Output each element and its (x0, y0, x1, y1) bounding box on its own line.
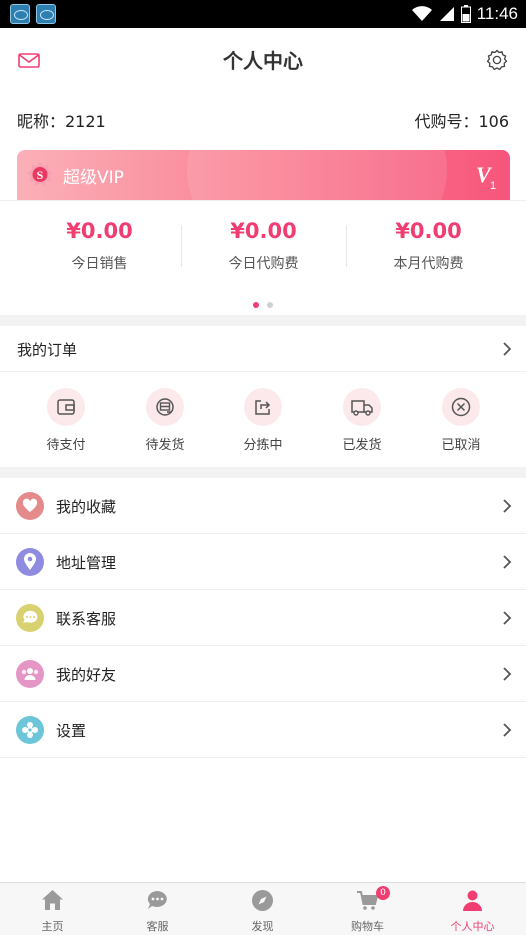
tab-discover[interactable]: 发现 (210, 883, 315, 935)
order-icon-bg (244, 388, 282, 426)
order-icon-bg (442, 388, 480, 426)
stat-label: 本月代购费 (393, 256, 464, 272)
pager-dot-active[interactable] (253, 302, 259, 308)
pager-dot[interactable] (267, 302, 273, 308)
tab-personal-center[interactable]: 个人中心 (420, 883, 525, 935)
order-pending-shipment[interactable]: 待发货 (125, 388, 205, 453)
chevron-right-icon (503, 611, 512, 625)
tab-label: 个人中心 (450, 920, 495, 933)
wifi-icon (411, 6, 432, 21)
chevron-right-icon (503, 342, 512, 356)
tab-label: 客服 (146, 920, 169, 933)
tab-cart[interactable]: 0 购物车 (315, 883, 420, 935)
cancel-icon (451, 397, 471, 417)
section-gap (0, 315, 526, 326)
vip-level-icon: V 1 (476, 162, 496, 190)
order-icon-bg (343, 388, 381, 426)
tab-label: 发现 (251, 920, 274, 933)
menu-icon-bg (16, 492, 44, 520)
vip-card[interactable]: S 超级VIP V 1 (17, 150, 510, 200)
menu-icon-bg (16, 716, 44, 744)
home-icon (42, 890, 63, 910)
vip-badge-icon: S (27, 162, 53, 186)
settings-flower-icon (22, 722, 38, 738)
status-bar: 11:46 (0, 0, 526, 28)
stat-label: 今日代购费 (228, 256, 299, 272)
status-time: 11:46 (476, 4, 518, 23)
tab-label: 主页 (41, 920, 64, 933)
stat-today-fee: ¥0.00 今日代购费 (181, 219, 346, 273)
order-icon-bg (47, 388, 85, 426)
pager-dots (0, 293, 526, 312)
signal-icon (439, 7, 454, 21)
heart-icon (22, 498, 38, 512)
tab-label: 购物车 (351, 920, 384, 933)
gear-icon[interactable] (485, 48, 509, 72)
svg-text:S: S (37, 168, 44, 182)
my-orders-title: 我的订单 (17, 341, 78, 359)
menu-item-settings[interactable]: 设置 (0, 702, 526, 758)
chevron-right-icon (503, 723, 512, 737)
menu-item-customer-service[interactable]: 联系客服 (0, 590, 526, 646)
order-label: 分拣中 (243, 438, 283, 453)
order-shipped[interactable]: 已发货 (322, 388, 402, 453)
order-label: 已发货 (342, 438, 382, 453)
order-icon-bg (146, 388, 184, 426)
agent-number: 代购号：106 (414, 112, 509, 131)
order-label: 待支付 (46, 438, 86, 453)
menu-item-friends[interactable]: 我的好友 (0, 646, 526, 702)
menu-label: 我的好友 (56, 666, 117, 684)
profile-info: 昵称：2121 代购号：106 (17, 108, 509, 134)
chevron-right-icon (503, 667, 512, 681)
menu-label: 联系客服 (56, 610, 117, 628)
menu-item-favorites[interactable]: 我的收藏 (0, 478, 526, 534)
menu-label: 我的收藏 (56, 498, 117, 516)
section-gap (0, 467, 526, 478)
app-notification-icon (36, 4, 56, 24)
chat-bubble-icon (23, 610, 38, 623)
svg-text:1: 1 (490, 180, 496, 190)
truck-icon (351, 400, 373, 416)
stat-today-sales: ¥0.00 今日销售 (17, 219, 182, 273)
cart-count-badge: 0 (376, 886, 390, 900)
order-cancelled[interactable]: 已取消 (421, 388, 501, 453)
app-header: 个人中心 (0, 28, 526, 90)
chevron-right-icon (503, 555, 512, 569)
stat-value: ¥0.00 (66, 219, 133, 243)
my-orders-header[interactable]: 我的订单 (0, 326, 526, 372)
order-status-row: 待支付 待发货 分拣中 已发货 已取消 (0, 372, 526, 467)
stat-label: 今日销售 (71, 256, 128, 272)
compass-icon (252, 890, 273, 911)
battery-icon (460, 5, 471, 23)
app-notification-icon (10, 4, 30, 24)
menu-item-address[interactable]: 地址管理 (0, 534, 526, 590)
page-title: 个人中心 (223, 49, 303, 73)
vip-label: 超级VIP (63, 168, 124, 188)
stat-value: ¥0.00 (395, 219, 462, 243)
stat-value: ¥0.00 (230, 219, 297, 243)
menu-icon-bg (16, 604, 44, 632)
bottom-tab-bar: 主页 客服 发现 0 购物车 个人中心 (0, 882, 526, 935)
stats-panel: ¥0.00 今日销售 ¥0.00 今日代购费 ¥0.00 本月代购费 (0, 200, 526, 315)
wallet-icon (57, 399, 75, 415)
stat-month-fee: ¥0.00 本月代购费 (346, 219, 511, 273)
order-sorting[interactable]: 分拣中 (223, 388, 303, 453)
location-pin-icon (24, 553, 36, 570)
chat-icon (147, 891, 167, 909)
order-pending-payment[interactable]: 待支付 (26, 388, 106, 453)
menu-icon-bg (16, 548, 44, 576)
nickname: 昵称：2121 (17, 112, 106, 131)
menu-icon-bg (16, 660, 44, 688)
menu-label: 设置 (56, 722, 87, 740)
menu-label: 地址管理 (56, 554, 117, 572)
tab-customer-service[interactable]: 客服 (105, 883, 210, 935)
package-icon (156, 398, 174, 416)
share-box-icon (255, 400, 271, 415)
person-icon (463, 890, 482, 911)
tab-home[interactable]: 主页 (0, 883, 105, 935)
order-label: 已取消 (441, 438, 481, 453)
chevron-right-icon (503, 499, 512, 513)
order-label: 待发货 (145, 438, 185, 453)
friends-icon (21, 668, 39, 680)
